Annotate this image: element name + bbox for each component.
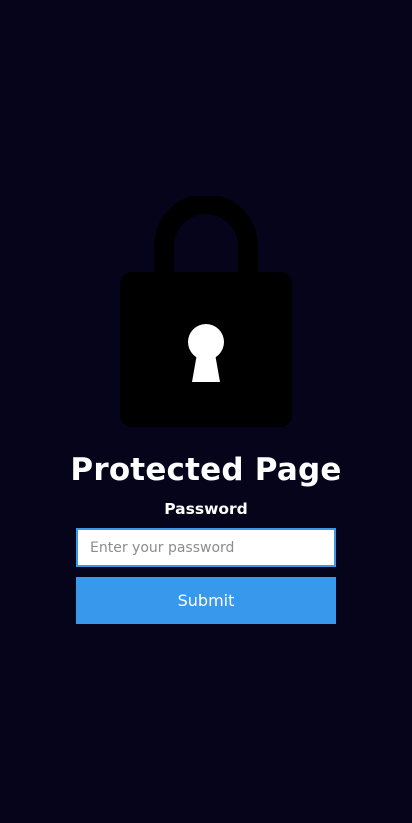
padlock-icon [118,194,294,432]
password-input[interactable] [76,528,336,567]
password-label: Password [164,500,248,518]
submit-button[interactable]: Submit [76,577,336,624]
protected-page: Protected Page Password Submit [0,0,412,823]
page-title: Protected Page [70,452,342,488]
